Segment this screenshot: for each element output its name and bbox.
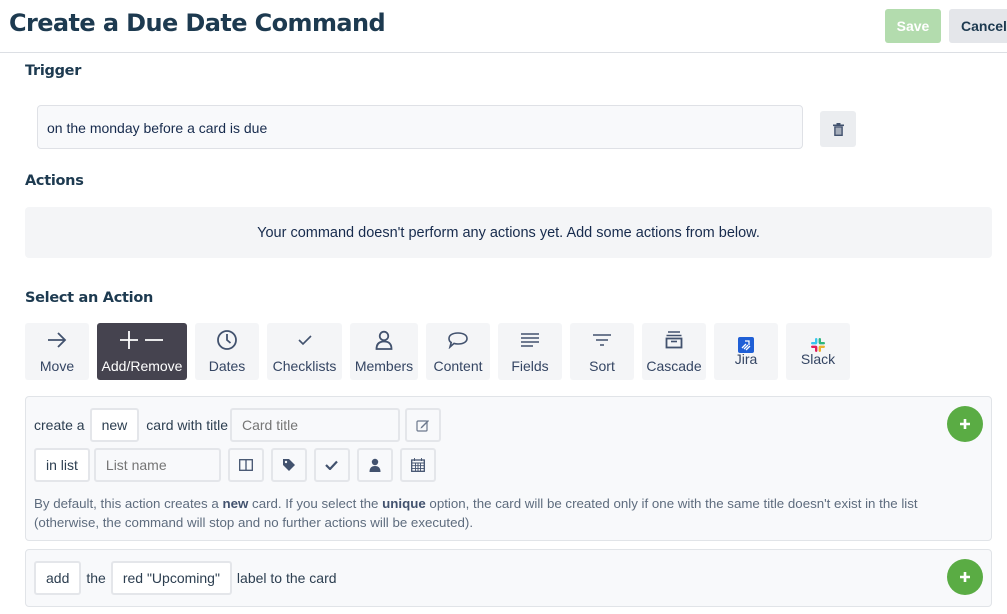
calendar-icon: [410, 458, 425, 472]
the-text: the: [86, 570, 106, 586]
checklist-options-button[interactable]: [313, 448, 350, 482]
tab-fields[interactable]: Fields: [498, 323, 562, 380]
checkmark-icon: [297, 335, 312, 346]
plus-icon: [960, 419, 970, 429]
board-list-button[interactable]: [227, 448, 264, 482]
columns-icon: [238, 459, 253, 471]
tab-slack[interactable]: Slack: [786, 323, 850, 380]
tab-label: Fields: [511, 358, 549, 374]
tab-jira[interactable]: Jira: [714, 323, 778, 380]
tab-members[interactable]: Members: [350, 323, 418, 380]
cancel-button[interactable]: Cancel: [949, 9, 1007, 43]
list-mode-selector[interactable]: in list: [34, 448, 90, 482]
help-bold-new: new: [222, 496, 249, 511]
create-prefix-text: create a: [34, 417, 85, 433]
tab-label: Content: [433, 358, 483, 374]
tab-label: Cascade: [646, 358, 702, 374]
page-header: Create a Due Date Command Save Cancel: [0, 0, 1007, 53]
create-card-action: create a new card with title in list By …: [25, 396, 992, 541]
tag-icon: [282, 459, 295, 471]
add-create-card-action-button[interactable]: [947, 406, 983, 442]
tab-label: Add/Remove: [101, 358, 183, 374]
create-card-help-text: By default, this action creates a new ca…: [34, 494, 934, 532]
card-title-input[interactable]: [229, 408, 400, 442]
help-bold-unique: unique: [382, 496, 426, 511]
tab-move[interactable]: Move: [25, 323, 89, 380]
tab-label: Jira: [734, 351, 758, 367]
trigger-heading: Trigger: [25, 63, 82, 79]
date-options-button[interactable]: [399, 448, 436, 482]
checkmark-icon: [325, 460, 339, 470]
add-remove-selector[interactable]: add: [34, 561, 82, 595]
empty-actions-message: Your command doesn't perform any actions…: [25, 207, 992, 258]
speech-bubble-icon: [448, 332, 468, 349]
slack-logo-icon: [811, 338, 825, 352]
label-selector[interactable]: red "Upcoming": [110, 561, 232, 595]
tab-label: Members: [354, 358, 414, 374]
filter-icon: [593, 334, 611, 346]
label-options-button[interactable]: [270, 448, 307, 482]
edit-icon: [416, 419, 429, 432]
create-card-row-2: in list: [34, 448, 436, 482]
label-suffix-text: label to the card: [236, 570, 337, 586]
tab-sort[interactable]: Sort: [570, 323, 634, 380]
select-action-heading: Select an Action: [25, 290, 154, 306]
plus-minus-icon: [120, 331, 163, 349]
page-title: Create a Due Date Command: [9, 9, 386, 37]
trigger-field[interactable]: on the monday before a card is due: [37, 105, 803, 149]
trash-icon: [832, 122, 844, 136]
card-mode-selector[interactable]: new: [89, 408, 140, 442]
card-with-title-text: card with title: [146, 417, 228, 433]
tab-cascade[interactable]: Cascade: [642, 323, 706, 380]
tab-label: Dates: [208, 358, 246, 374]
tab-label: Slack: [800, 351, 836, 367]
tab-dates[interactable]: Dates: [195, 323, 259, 380]
plus-icon: [960, 572, 970, 582]
tab-checklists[interactable]: Checklists: [267, 323, 342, 380]
user-icon: [369, 458, 381, 472]
tab-content[interactable]: Content: [426, 323, 490, 380]
add-label-row: add the red "Upcoming" label to the card: [34, 561, 342, 595]
tab-label: Move: [39, 358, 75, 374]
list-name-input[interactable]: [93, 448, 221, 482]
tab-label: Checklists: [272, 358, 337, 374]
add-label-action: add the red "Upcoming" label to the card: [25, 549, 992, 607]
tab-label: Sort: [589, 358, 615, 374]
edit-title-button[interactable]: [404, 408, 441, 442]
arrow-right-icon: [48, 332, 67, 348]
save-button[interactable]: Save: [885, 9, 941, 43]
person-icon: [375, 330, 393, 350]
create-card-row-1: create a new card with title: [34, 408, 441, 442]
member-options-button[interactable]: [356, 448, 393, 482]
archive-box-icon: [665, 331, 683, 349]
clock-icon: [217, 330, 237, 350]
delete-trigger-button[interactable]: [820, 111, 856, 147]
tab-add-remove[interactable]: Add/Remove: [97, 323, 187, 380]
help-text-1: By default, this action creates a: [34, 496, 223, 511]
help-text-2: card. If you select the: [248, 496, 383, 511]
add-label-action-button[interactable]: [947, 559, 983, 595]
lines-icon: [521, 333, 539, 347]
actions-heading: Actions: [25, 173, 84, 189]
